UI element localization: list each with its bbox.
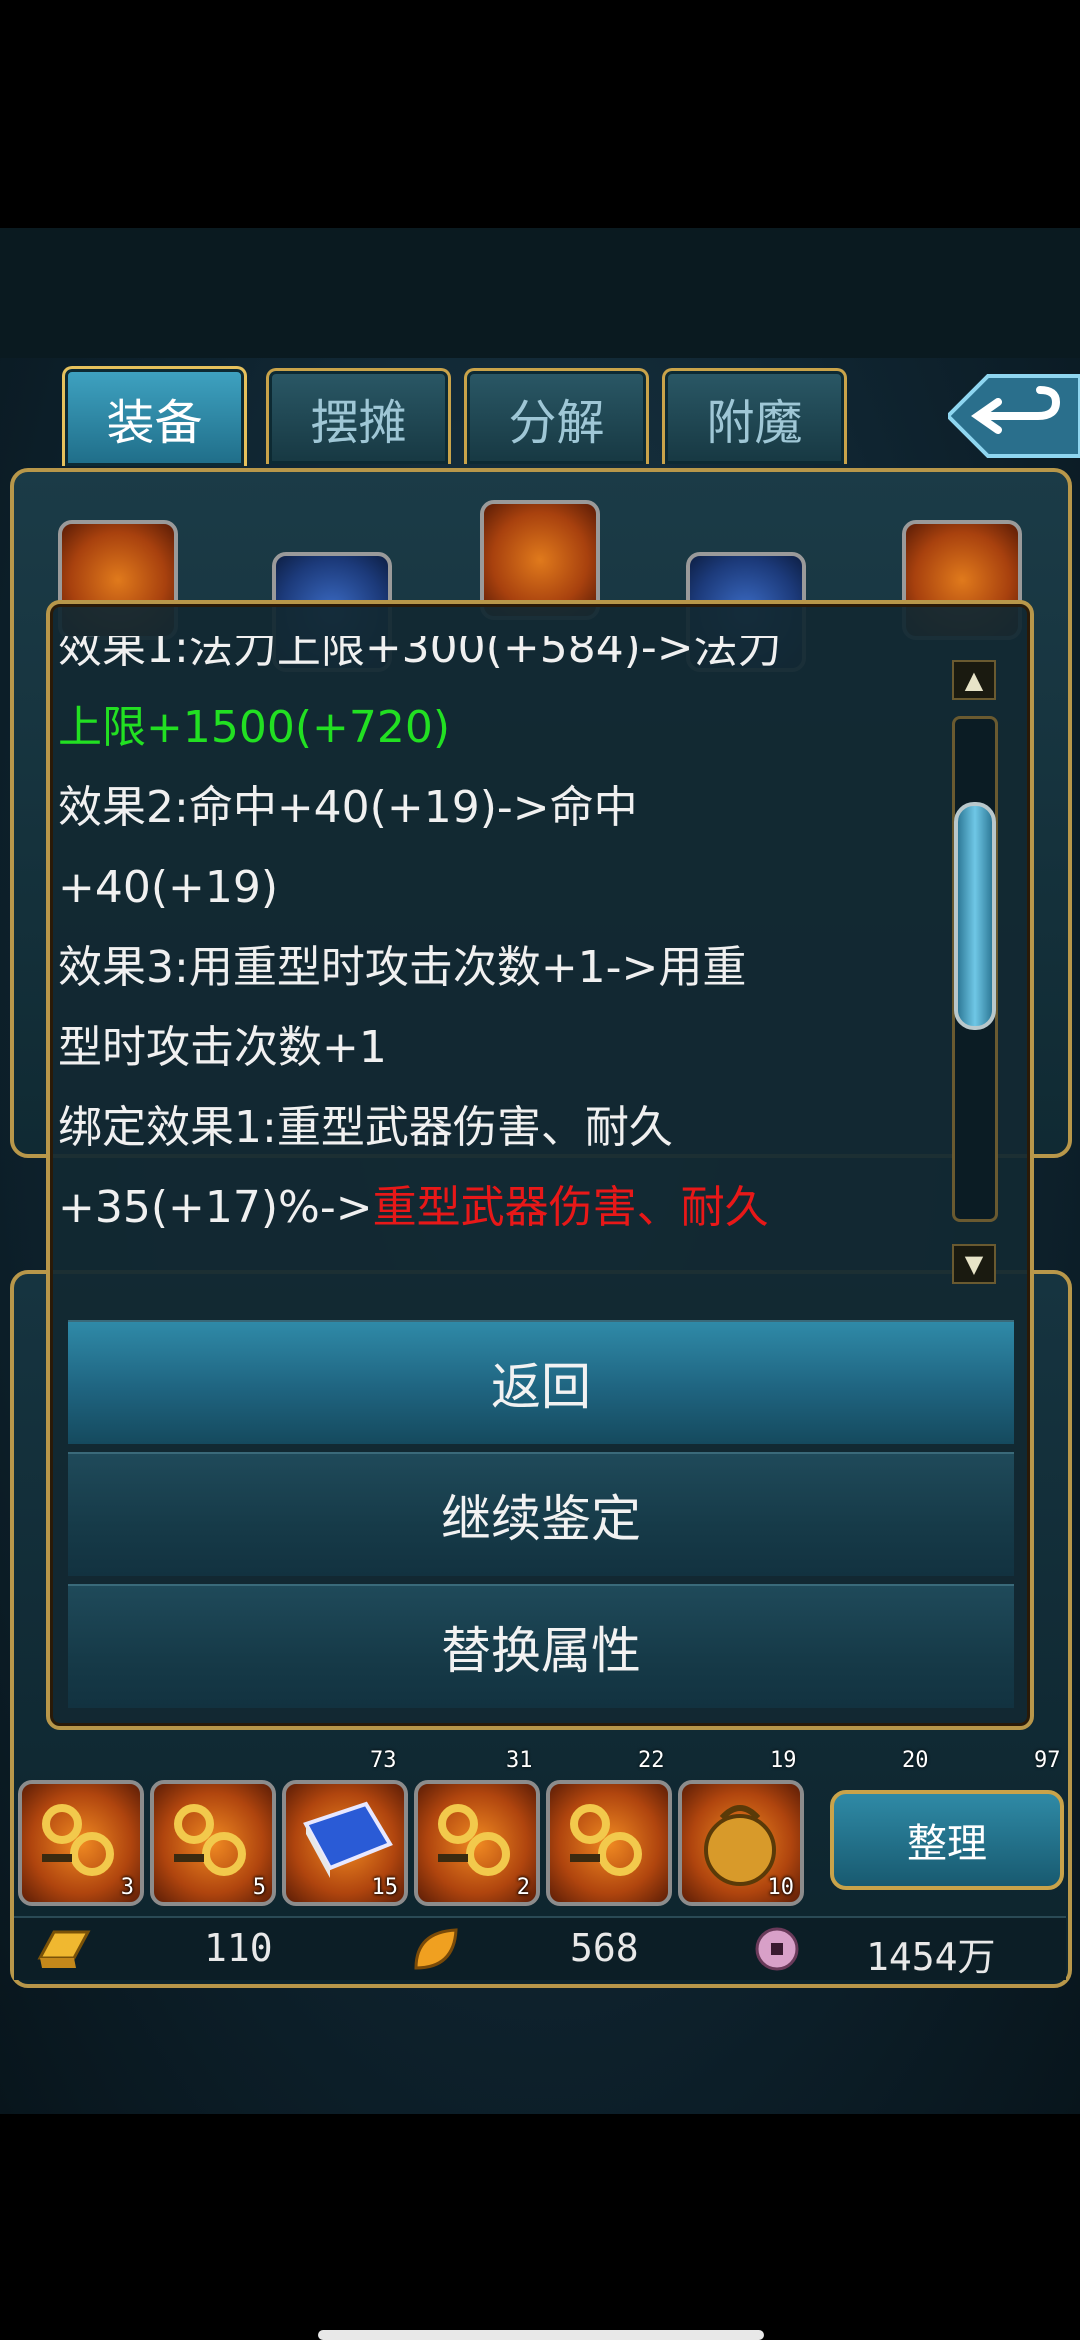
text-segment: 上限+1500(+720) [58, 702, 451, 753]
sort-button[interactable]: 整理 [830, 1790, 1064, 1890]
coin-amount: 1454万 [866, 1935, 996, 1979]
item-count: 73 [370, 1748, 397, 1773]
item-count: 22 [638, 1748, 665, 1773]
tab-decompose[interactable]: 分解 [464, 368, 649, 464]
item-count: 15 [371, 1875, 399, 1900]
back-arrow-icon[interactable] [948, 372, 1080, 460]
text-line: 绑定效果1:重型武器伤害、耐久 [58, 1088, 918, 1168]
text-line: +40(+19) [58, 848, 918, 928]
leaf-icon [414, 1928, 458, 1970]
text-segment: 绑定效果1:重型武器伤害、耐久 [58, 1102, 673, 1153]
gold-amount: 110 [204, 1926, 273, 1970]
inventory-slot[interactable]: 2 [414, 1780, 540, 1906]
item-count: 19 [770, 1748, 797, 1773]
text-line: 型时攻击次数+1 [58, 1008, 918, 1088]
item-count: 5 [252, 1875, 266, 1900]
key-bundle-icon [570, 1804, 642, 1876]
tab-equipment[interactable]: 装备 [62, 366, 247, 466]
text-segment: 效果3:用重型时攻击次数+1->用重 [58, 942, 747, 993]
item-count: 20 [902, 1748, 929, 1773]
chevron-down-icon: ▼ [964, 1250, 984, 1278]
inventory-slot[interactable]: 3 [18, 1780, 144, 1906]
item-count: 2 [516, 1875, 530, 1900]
chevron-up-icon: ▲ [964, 666, 984, 694]
leaf-amount: 568 [570, 1926, 639, 1970]
text-segment: 型时攻击次数+1 [58, 1022, 387, 1073]
text-line: 效果2:命中+40(+19)->命中 [58, 768, 918, 848]
currency-bar: 110 568 1454万 [14, 1916, 1066, 1980]
inventory-slot[interactable]: 5 [150, 1780, 276, 1906]
inventory-slot[interactable]: 10 [678, 1780, 804, 1906]
attribute-text: 效果1:法力上限+300(+584)->法力 上限+1500(+720) 效果2… [58, 636, 918, 1256]
text-segment: +40(+19) [58, 862, 279, 913]
scroll-up-button[interactable]: ▲ [952, 660, 996, 700]
item-count: 31 [506, 1748, 533, 1773]
text-segment: 效果1:法力上限+300(+584)->法力 [58, 636, 782, 673]
top-band [0, 228, 1080, 358]
text-line: 效果3:用重型时攻击次数+1->用重 [58, 928, 918, 1008]
gold-ingot-icon [37, 1930, 91, 1968]
item-count: 3 [120, 1875, 134, 1900]
home-indicator[interactable] [318, 2330, 764, 2340]
text-line: 上限+1500(+720) [58, 688, 918, 768]
text-line: 效果1:法力上限+300(+584)->法力 [58, 636, 918, 688]
return-button[interactable]: 返回 [68, 1320, 1014, 1444]
inventory-slot[interactable]: 15 [282, 1780, 408, 1906]
tab-enchant[interactable]: 附魔 [662, 368, 847, 464]
text-segment: 效果2:命中+40(+19)->命中 [58, 782, 638, 833]
tab-stall[interactable]: 摆摊 [266, 368, 451, 464]
replace-attribute-button[interactable]: 替换属性 [68, 1584, 1014, 1708]
item-count: 97 [1034, 1748, 1061, 1773]
scrollbar-thumb[interactable] [954, 802, 996, 1030]
item-count: 10 [767, 1875, 795, 1900]
scroll-down-button[interactable]: ▼ [952, 1244, 996, 1284]
text-line: +35(+17)%->重型武器伤害、耐久 [58, 1168, 918, 1248]
continue-appraise-button[interactable]: 继续鉴定 [68, 1452, 1014, 1576]
coin-icon [755, 1927, 799, 1971]
text-segment: 重型武器伤害、耐久 [372, 1182, 769, 1233]
text-segment: +35(+17)%-> [58, 1182, 373, 1233]
inventory-slot[interactable] [546, 1780, 672, 1906]
